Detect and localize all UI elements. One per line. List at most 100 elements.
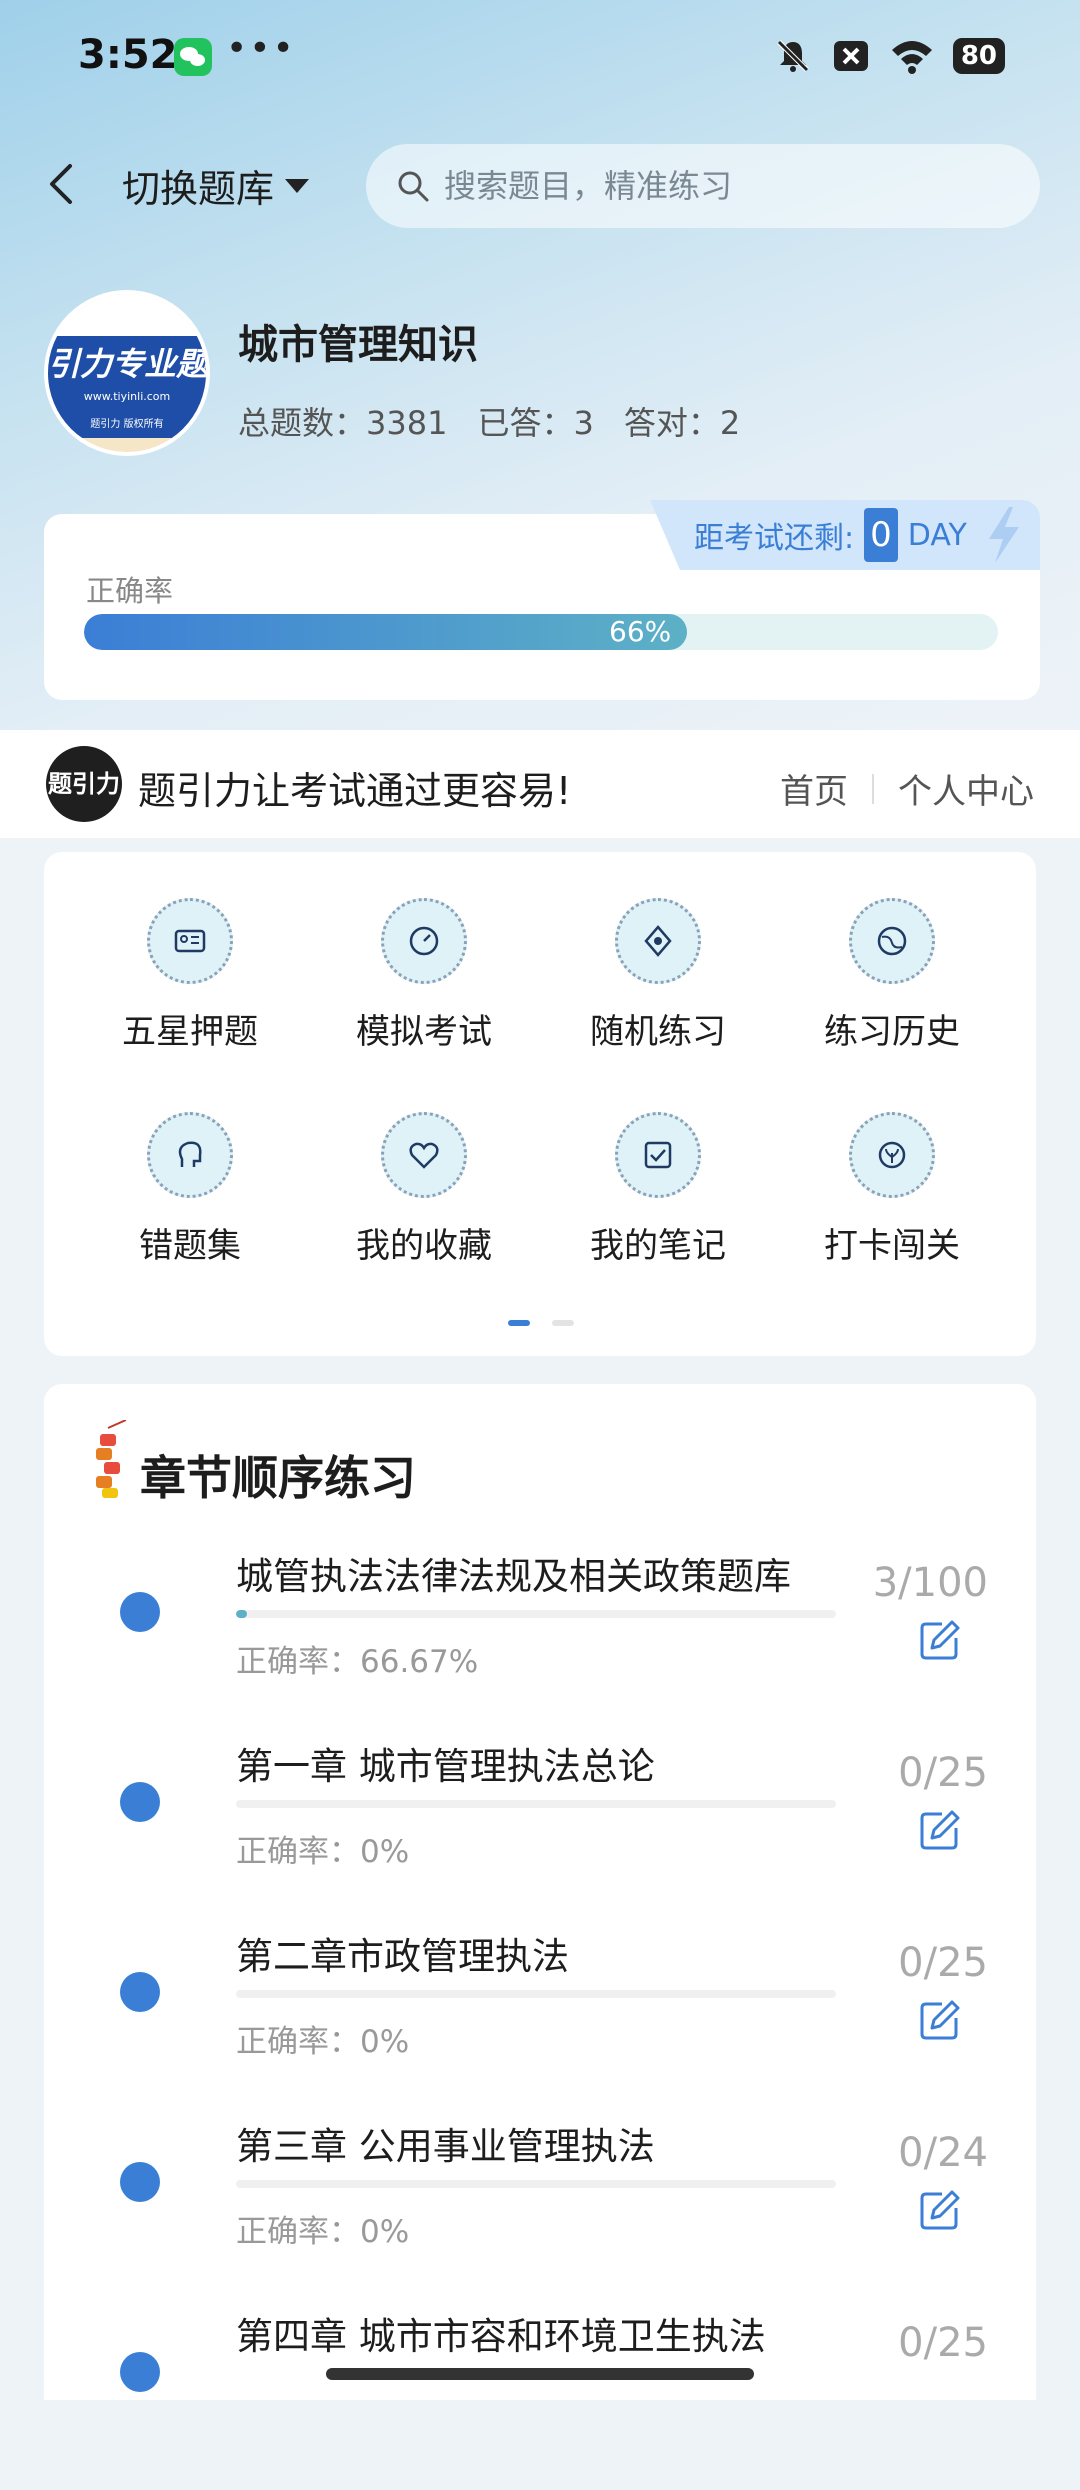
battery-indicator: 80 — [952, 38, 1005, 74]
chapter-bullet — [120, 2352, 160, 2392]
exam-countdown: 距考试还剩: 0 DAY — [650, 500, 1040, 570]
logo-footer: 题引力 版权所有 — [48, 412, 206, 438]
nav-divider — [872, 773, 874, 804]
accuracy-progress-fill: 66% — [84, 614, 688, 650]
chapter-bullet — [120, 2162, 160, 2202]
firecracker-icon — [96, 1420, 127, 1498]
feature-label: 我的收藏 — [356, 1226, 492, 1266]
edit-icon[interactable] — [918, 1618, 962, 1662]
subject-title: 城市管理知识 — [238, 322, 478, 368]
feature-item[interactable]: 练习历史 — [782, 898, 1002, 1053]
gauge-icon — [381, 898, 467, 984]
feature-label: 模拟考试 — [356, 1012, 492, 1052]
wifi-icon — [891, 41, 932, 74]
bell-muted-icon — [777, 40, 809, 72]
nav-profile-link[interactable]: 个人中心 — [898, 764, 1034, 813]
feature-label: 打卡闯关 — [824, 1226, 960, 1266]
chapter-row[interactable]: 第二章市政管理执法 0/25 正确率：0% — [0, 1920, 1080, 2110]
feature-label: 五星押题 — [122, 1012, 258, 1052]
chapter-count: 0/25 — [898, 1750, 988, 1796]
slogan-banner: 题引力 题引力让考试通过更容易! 首页 个人中心 — [0, 730, 1080, 838]
feature-item[interactable]: 错题集 — [80, 1112, 300, 1267]
nav-home-link[interactable]: 首页 — [780, 764, 848, 813]
switch-bank-label: 切换题库 — [122, 167, 275, 211]
accuracy-progress-bar: 66% — [84, 614, 998, 650]
feature-item[interactable]: 我的笔记 — [548, 1112, 768, 1267]
back-arrow-icon[interactable] — [40, 158, 84, 210]
chapter-name: 城管执法法律法规及相关政策题库 — [236, 1555, 791, 1598]
accuracy-label: 正确率 — [86, 574, 174, 608]
chapter-name: 第四章 城市市容和环境卫生执法 — [236, 2315, 766, 2358]
search-icon — [398, 171, 429, 202]
subject-logo: 引力专业题 www.tiyinli.com 题引力 版权所有 — [44, 290, 210, 456]
countdown-days: 0 — [864, 508, 898, 562]
chapter-progress-bar — [236, 1800, 836, 1808]
countdown-unit: DAY — [907, 517, 967, 553]
status-time: 3:52 — [78, 32, 178, 78]
chapter-progress-bar — [236, 1610, 836, 1618]
wechat-icon — [174, 38, 212, 76]
chapter-accuracy: 正确率：0% — [236, 2214, 410, 2250]
feature-label: 练习历史 — [824, 1012, 960, 1052]
feature-label: 错题集 — [139, 1226, 241, 1266]
chapter-count: 3/100 — [872, 1560, 988, 1606]
chapter-progress-bar — [236, 1990, 836, 1998]
switch-bank-button[interactable]: 切换题库 — [122, 158, 310, 213]
more-notifications-icon: ••• — [226, 28, 296, 69]
feature-item[interactable]: 模拟考试 — [314, 898, 534, 1053]
edit-icon[interactable] — [918, 2188, 962, 2232]
status-icons: 80 — [773, 36, 1005, 76]
chapter-name: 第一章 城市管理执法总论 — [236, 1745, 655, 1788]
head-icon — [147, 1112, 233, 1198]
leaf-icon — [849, 1112, 935, 1198]
chapter-accuracy: 正确率：0% — [236, 2024, 410, 2060]
pager-dot[interactable] — [552, 1320, 574, 1326]
banner-nav: 首页 个人中心 — [780, 764, 1034, 813]
chapter-name: 第三章 公用事业管理执法 — [236, 2125, 655, 2168]
feature-label: 我的笔记 — [590, 1226, 726, 1266]
edit-icon[interactable] — [918, 1808, 962, 1852]
chapter-progress-bar — [236, 2180, 836, 2188]
search-bar[interactable] — [366, 144, 1040, 228]
correct-count: 答对：2 — [623, 404, 741, 442]
feature-item[interactable]: 我的收藏 — [314, 1112, 534, 1267]
globe-icon — [849, 898, 935, 984]
brand-logo: 题引力 — [46, 746, 122, 822]
feature-item[interactable]: 打卡闯关 — [782, 1112, 1002, 1267]
chapter-row[interactable]: 第四章 城市市容和环境卫生执法 0/25 — [0, 2300, 1080, 2490]
slogan-text: 题引力让考试通过更容易! — [138, 769, 572, 813]
chapter-progress-fill — [236, 1610, 247, 1618]
answered-count: 已答：3 — [477, 404, 594, 442]
network-icon — [615, 898, 701, 984]
home-indicator[interactable] — [326, 2368, 754, 2380]
logo-url: www.tiyinli.com — [83, 390, 171, 403]
x-box-icon — [833, 41, 868, 71]
id-card-icon — [147, 898, 233, 984]
lightning-icon — [988, 507, 1019, 563]
subject-stats: 总题数：3381 已答：3 答对：2 — [238, 398, 740, 444]
feature-item[interactable]: 随机练习 — [548, 898, 768, 1053]
chapter-count: 0/24 — [898, 2130, 988, 2176]
chapter-accuracy: 正确率：0% — [236, 1834, 410, 1870]
chapter-section-title: 章节顺序练习 — [140, 1451, 416, 1505]
edit-icon[interactable] — [918, 1998, 962, 2042]
feature-label: 随机练习 — [590, 1012, 726, 1052]
chapter-accuracy: 正确率：66.67% — [236, 1644, 479, 1680]
chapter-bullet — [120, 1972, 160, 2012]
caret-down-icon — [285, 178, 310, 193]
note-check-icon — [615, 1112, 701, 1198]
pager-dot-active[interactable] — [508, 1320, 530, 1326]
countdown-label: 距考试还剩: — [694, 521, 855, 556]
chapter-row[interactable]: 第三章 公用事业管理执法 0/24 正确率：0% — [0, 2110, 1080, 2300]
accuracy-percent: 66% — [609, 615, 672, 648]
chapter-row[interactable]: 城管执法法律法规及相关政策题库 3/100 正确率：66.67% — [0, 1540, 1080, 1730]
feature-item[interactable]: 五星押题 — [80, 898, 300, 1053]
chapter-bullet — [120, 1782, 160, 1822]
chapter-bullet — [120, 1592, 160, 1632]
chapter-row[interactable]: 第一章 城市管理执法总论 0/25 正确率：0% — [0, 1730, 1080, 1920]
chapter-name: 第二章市政管理执法 — [236, 1935, 569, 1978]
heart-icon — [381, 1112, 467, 1198]
chapter-count: 0/25 — [898, 1940, 988, 1986]
total-count: 总题数：3381 — [238, 404, 448, 442]
search-input[interactable] — [442, 166, 1006, 206]
